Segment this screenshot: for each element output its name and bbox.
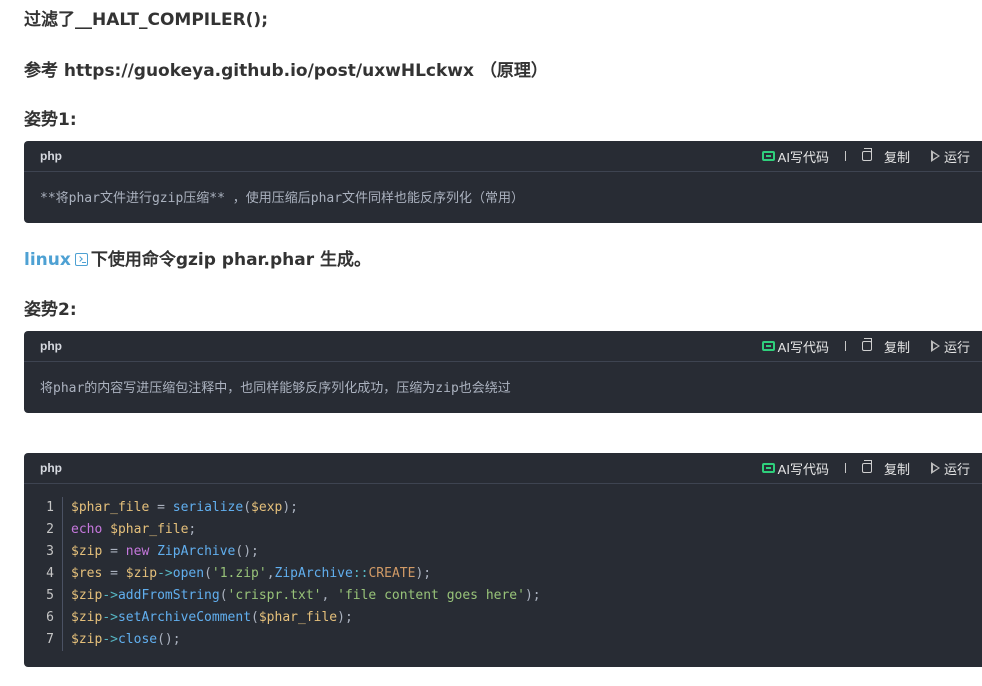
copy-icon: [861, 338, 872, 351]
copy-label: 复制: [883, 339, 910, 355]
code-block-3: php AI写代码 复制 运行 1 2 3 4 5 6 7 $phar_file…: [24, 453, 982, 667]
run-button[interactable]: 运行: [910, 337, 970, 356]
linux-link[interactable]: linux: [24, 250, 71, 270]
run-button[interactable]: 运行: [910, 459, 970, 478]
code-language-label: php: [40, 149, 62, 163]
copy-button[interactable]: 复制: [861, 337, 910, 356]
heading-reference: 参考 https://guokeya.github.io/post/uxwHLc…: [24, 61, 548, 81]
run-label: 运行: [943, 339, 970, 355]
line-number: 4: [46, 566, 54, 581]
code-language-label: php: [40, 339, 62, 353]
code-line: $zip->addFromString('crispr.txt', 'file …: [71, 588, 541, 603]
ai-code-button[interactable]: AI写代码: [761, 459, 829, 478]
copy-icon: [861, 148, 872, 161]
code-line: $zip->close();: [71, 632, 181, 647]
ai-code-icon: [761, 341, 775, 351]
ai-code-button[interactable]: AI写代码: [761, 337, 829, 356]
code-text: 将phar的内容写进压缩包注释中，也同样能够反序列化成功，压缩为zip也会绕过: [40, 381, 511, 396]
run-icon: [930, 340, 940, 352]
code-line: $zip = new ZipArchive();: [71, 544, 259, 559]
heading-linux-gzip: linux 下使用命令gzip phar.phar 生成。: [24, 248, 371, 272]
line-number: 3: [46, 544, 54, 559]
code-line: $zip->setArchiveComment($phar_file);: [71, 610, 353, 625]
code-block-1: php AI写代码 复制 运行 **将phar文件进行gzip压缩** ，使用压…: [24, 141, 982, 223]
code-block-2: php AI写代码 复制 运行 将phar的内容写进压缩包注释中，也同样能够反序…: [24, 331, 982, 413]
run-icon: [930, 150, 940, 162]
line-number: 1: [46, 500, 54, 515]
code-line: echo $phar_file;: [71, 522, 197, 537]
code-toolbar: AI写代码 复制 运行: [761, 337, 970, 356]
code-block-header: php AI写代码 复制 运行: [24, 141, 982, 172]
toolbar-divider: [844, 341, 846, 351]
copy-label: 复制: [883, 149, 910, 165]
line-number: 2: [46, 522, 54, 537]
code-toolbar: AI写代码 复制 运行: [761, 147, 970, 166]
run-icon: [930, 462, 940, 474]
code-line: $phar_file = serialize($exp);: [71, 500, 299, 515]
copy-button[interactable]: 复制: [861, 147, 910, 166]
copy-icon: [861, 460, 872, 473]
toolbar-divider: [844, 463, 846, 473]
copy-button[interactable]: 复制: [861, 459, 910, 478]
line-number: 5: [46, 588, 54, 603]
run-button[interactable]: 运行: [910, 147, 970, 166]
article-page: 过滤了__HALT_COMPILER(); 参考 https://guokeya…: [0, 0, 982, 686]
ai-code-icon: [761, 463, 775, 473]
line-number: 7: [46, 632, 54, 647]
heading-method-2: 姿势2:: [24, 300, 77, 320]
ai-code-label: AI写代码: [777, 339, 829, 355]
terminal-icon[interactable]: [74, 253, 88, 266]
ai-code-icon: [761, 151, 775, 161]
code-language-label: php: [40, 461, 62, 475]
code-lines: $phar_file = serialize($exp); echo $phar…: [71, 497, 541, 651]
line-number-gutter: 1 2 3 4 5 6 7: [24, 497, 63, 651]
code-line: $res = $zip->open('1.zip',ZipArchive::CR…: [71, 566, 432, 581]
code-block-header: php AI写代码 复制 运行: [24, 331, 982, 362]
run-label: 运行: [943, 149, 970, 165]
ai-code-label: AI写代码: [777, 149, 829, 165]
code-block-header: php AI写代码 复制 运行: [24, 453, 982, 484]
copy-label: 复制: [883, 461, 910, 477]
heading-method-1: 姿势1:: [24, 110, 77, 130]
code-text: **将phar文件进行gzip压缩** ，使用压缩后phar文件同样也能反序列化…: [40, 191, 525, 206]
heading-halt-compiler: 过滤了__HALT_COMPILER();: [24, 10, 269, 30]
ai-code-button[interactable]: AI写代码: [761, 147, 829, 166]
heading-linux-gzip-text: 下使用命令gzip phar.phar 生成。: [90, 250, 372, 270]
toolbar-divider: [844, 151, 846, 161]
line-number: 6: [46, 610, 54, 625]
ai-code-label: AI写代码: [777, 461, 829, 477]
code-toolbar: AI写代码 复制 运行: [761, 459, 970, 478]
run-label: 运行: [943, 461, 970, 477]
